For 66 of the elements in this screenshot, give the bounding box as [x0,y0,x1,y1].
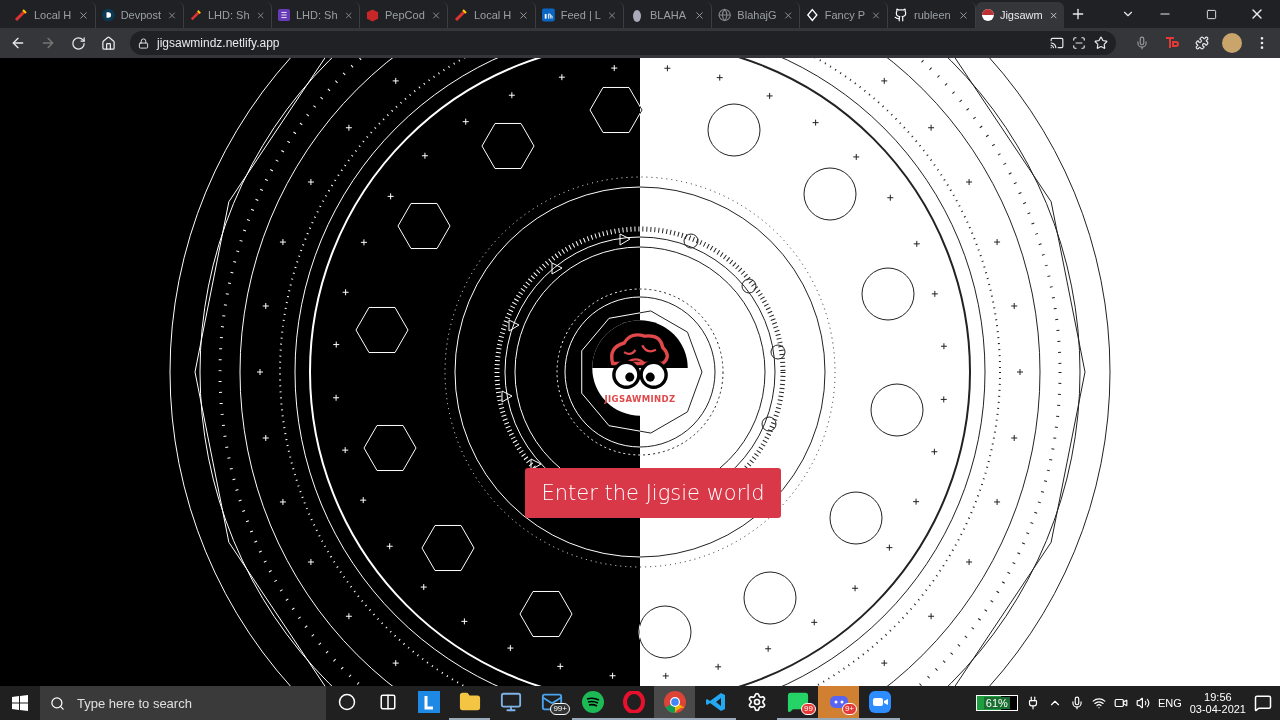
close-icon[interactable] [518,9,529,21]
spotify-icon [581,691,604,713]
code-editor-icon [704,691,727,713]
browser-tab[interactable]: Jigsawm [976,2,1064,28]
plus-icon [1070,6,1086,22]
close-icon[interactable] [78,9,89,21]
notifications-icon[interactable] [1254,694,1272,712]
forward-arrow-icon [40,35,56,51]
logo-text: JIGSAWMINDZ [604,394,676,405]
search-bar[interactable]: Type here to search [40,686,326,720]
ring-icon [622,691,645,713]
folder-icon [458,691,481,713]
video-camera-icon [868,691,891,713]
microphone-icon[interactable] [1069,696,1084,710]
notification-count: 99+ [550,703,570,715]
home-icon [100,35,116,51]
settings-icon [746,692,767,712]
close-icon[interactable] [694,9,705,21]
taskbar-app-button[interactable]: 99+ [531,686,572,720]
cast-icon[interactable] [1050,36,1064,50]
language-indicator[interactable]: ENG [1157,697,1182,709]
task-view-icon [378,693,397,711]
clock-time: 19:56 [1204,691,1232,703]
app-tile-icon [417,691,440,713]
notification-count: 9+ [841,703,857,715]
url-text: jigsawmindz.netlify.app [157,36,280,50]
bookmark-star-icon[interactable] [1094,36,1108,50]
maximize-icon [1205,8,1217,20]
address-bar[interactable]: jigsawmindz.netlify.app [130,31,1116,55]
close-icon[interactable] [782,9,793,21]
avatar-circle [1222,33,1242,53]
windows-logo-icon [12,695,28,711]
globe-icon [718,8,732,22]
close-icon[interactable] [255,9,265,21]
extension-logo-icon [1165,36,1179,50]
microphone-icon [1135,36,1149,50]
notification-count: 99 [801,703,816,715]
puzzle-icon [1195,36,1209,50]
blob-icon [630,8,644,22]
wifi-icon[interactable] [1091,696,1106,710]
github-icon [894,8,908,22]
computer-icon [499,691,522,713]
close-icon[interactable] [430,9,441,21]
wrench-icon [454,8,468,22]
reload-icon [70,35,86,51]
close-icon[interactable] [343,9,353,21]
taskbar-app-button[interactable]: 9+ [818,686,859,720]
enter-button[interactable]: Enter the Jigsie world [525,468,781,518]
close-icon[interactable] [958,9,969,21]
search-input[interactable]: Type here to search [75,694,316,712]
circle-icon [102,8,115,22]
circle-icon [337,693,356,711]
clock-date: 03-04-2021 [1189,703,1246,715]
speaker-icon[interactable] [1135,696,1150,710]
square-icon [542,8,555,22]
wrench-icon [14,8,28,22]
chrome-icon [663,691,686,713]
box-icon [366,8,379,22]
battery-percent: 61% [983,697,1010,709]
list-icon [278,8,290,22]
diamond-icon [806,8,819,22]
wrench-icon [190,8,202,22]
ball-icon [982,8,994,22]
lock-icon [138,37,149,49]
search-icon [50,695,65,711]
scan-icon[interactable] [1072,36,1086,50]
